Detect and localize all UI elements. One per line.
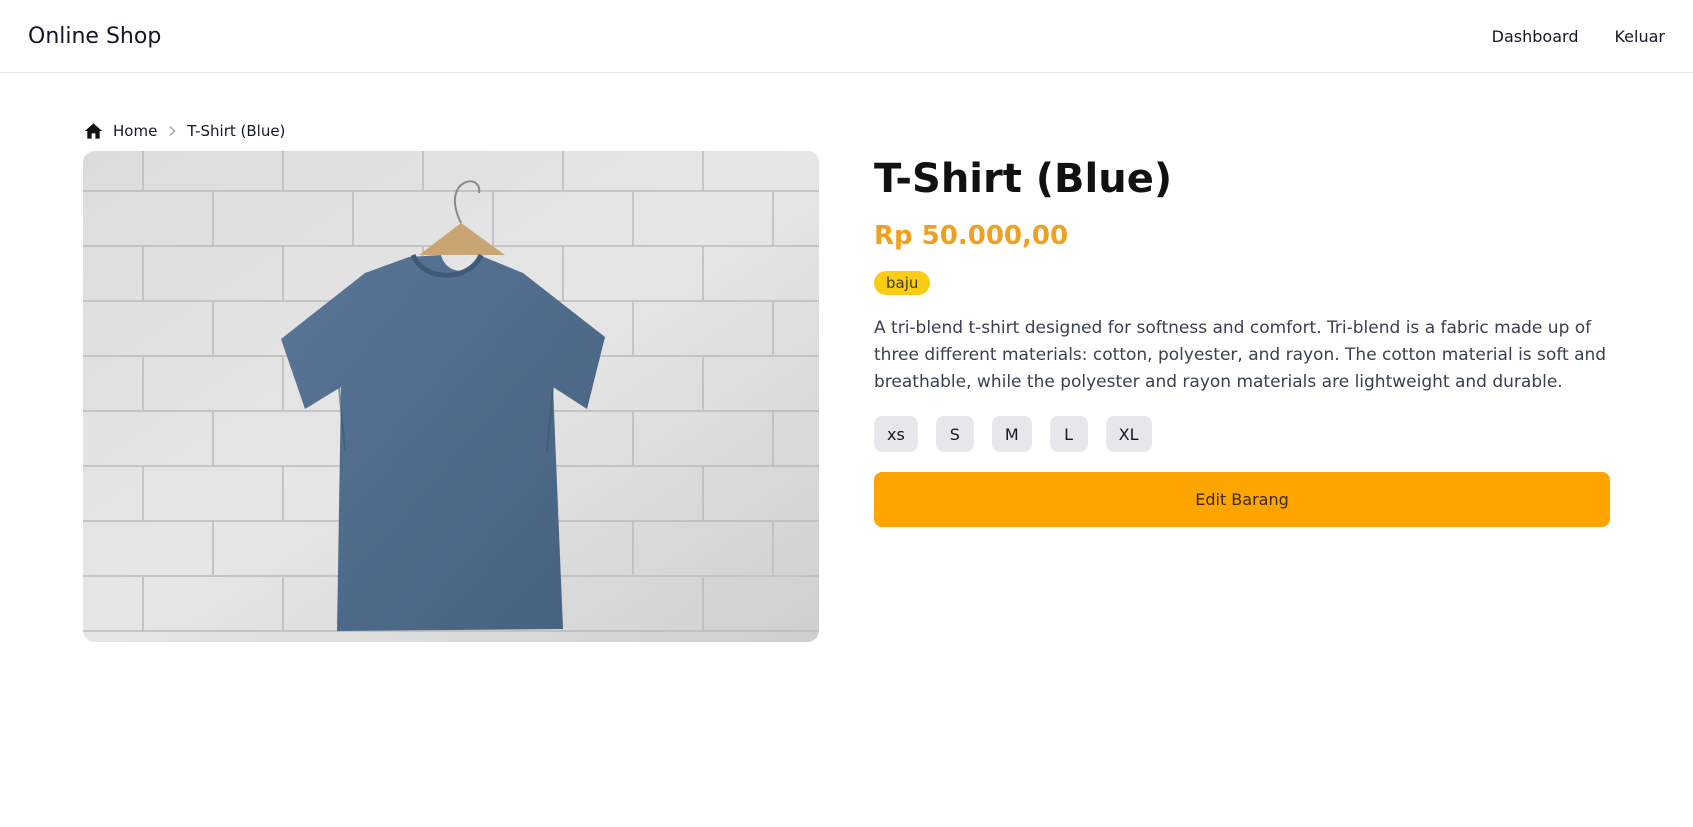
size-button-l[interactable]: L [1049, 416, 1088, 452]
size-button-m[interactable]: M [991, 416, 1032, 452]
nav-logout-link[interactable]: Keluar [1614, 27, 1665, 46]
brand-link[interactable]: Online Shop [28, 24, 161, 49]
category-badge: baju [874, 271, 931, 295]
breadcrumb: Home T-Shirt (Blue) [84, 120, 285, 142]
chevron-right-icon [167, 125, 177, 137]
size-options: xs S M L XL [874, 416, 1610, 452]
breadcrumb-home[interactable]: Home [84, 122, 157, 140]
product-image [83, 151, 819, 642]
size-button-xs[interactable]: xs [874, 416, 918, 452]
breadcrumb-current: T-Shirt (Blue) [187, 122, 286, 140]
edit-product-button[interactable]: Edit Barang [874, 472, 1610, 527]
nav-links: Dashboard Keluar [1492, 27, 1665, 46]
size-button-s[interactable]: S [935, 416, 974, 452]
top-navbar: Online Shop Dashboard Keluar [0, 0, 1693, 73]
nav-dashboard-link[interactable]: Dashboard [1492, 27, 1579, 46]
product-title: T-Shirt (Blue) [874, 156, 1173, 202]
product-info: T-Shirt (Blue) Rp 50.000,00 baju A tri-b… [874, 151, 1610, 527]
size-button-xl[interactable]: XL [1105, 416, 1152, 452]
home-icon [84, 122, 103, 140]
product-description: A tri-blend t-shirt designed for softnes… [874, 318, 1607, 392]
breadcrumb-home-label: Home [113, 122, 158, 140]
product-price: Rp 50.000,00 [874, 221, 1069, 251]
